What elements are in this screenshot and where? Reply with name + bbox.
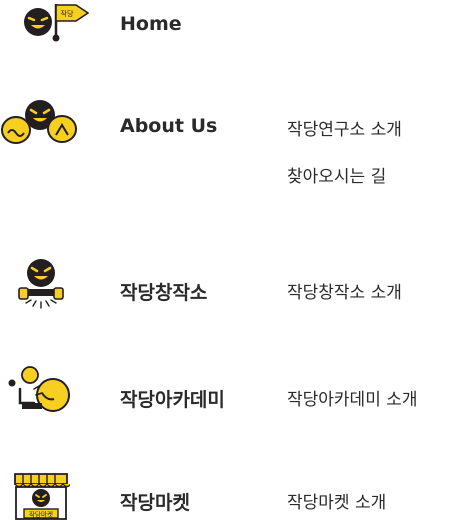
menu-label-studio[interactable]: 작당창작소 bbox=[120, 278, 207, 305]
menu-label-market[interactable]: 작당마켓 bbox=[120, 488, 190, 515]
market-sign-text: 작당마켓 bbox=[29, 510, 53, 519]
menu-row-about: About Us 작당연구소 소개 찾아오시는 길 bbox=[0, 95, 451, 205]
menu-row-academy: 작당아카데미 작당아카데미 소개 bbox=[0, 365, 451, 425]
menu-row-home: 작당 Home bbox=[0, 0, 451, 50]
menu-label-home[interactable]: Home bbox=[120, 13, 182, 35]
academy-mascot-icon bbox=[8, 366, 70, 412]
submenu-studio-intro[interactable]: 작당창작소 소개 bbox=[287, 278, 402, 303]
studio-mascot-icon bbox=[18, 259, 64, 309]
market-mascot-icon: 작당마켓 bbox=[14, 473, 70, 520]
flag-text: 작당 bbox=[61, 9, 74, 18]
submenu-about-intro[interactable]: 작당연구소 소개 bbox=[287, 115, 402, 140]
submenu-academy-intro[interactable]: 작당아카데미 소개 bbox=[287, 385, 418, 410]
flag-mascot-icon: 작당 bbox=[24, 4, 90, 42]
speech-mascot-icon bbox=[1, 100, 77, 144]
menu-label-academy[interactable]: 작당아카데미 bbox=[120, 385, 225, 412]
submenu-market-intro[interactable]: 작당마켓 소개 bbox=[287, 488, 386, 513]
menu-label-about[interactable]: About Us bbox=[120, 115, 217, 137]
menu-row-studio: 작당창작소 작당창작소 소개 bbox=[0, 255, 451, 315]
menu-row-market: 작당마켓 작당마켓 작당마켓 소개 bbox=[0, 468, 451, 520]
submenu-about-directions[interactable]: 찾아오시는 길 bbox=[287, 162, 386, 187]
